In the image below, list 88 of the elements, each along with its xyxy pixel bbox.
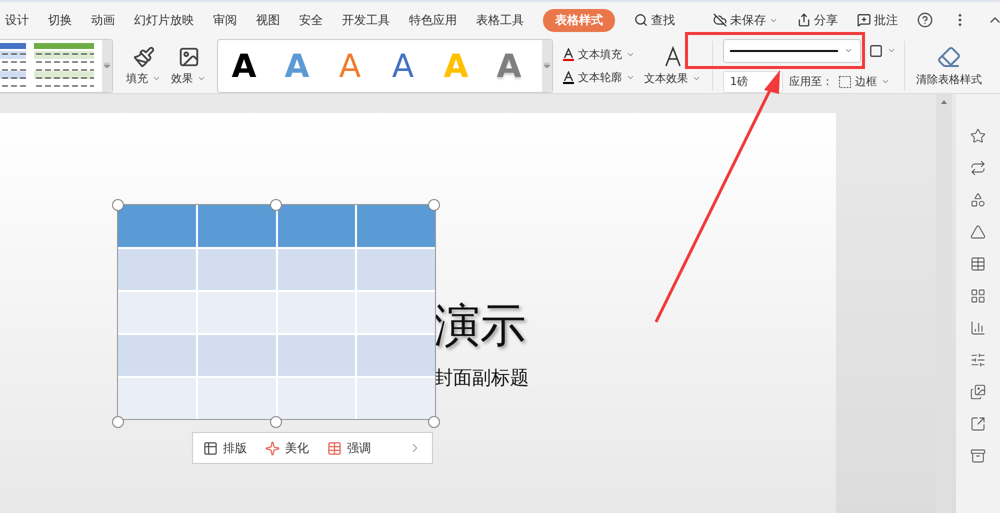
ribbon-tab[interactable]: 安全 bbox=[299, 8, 323, 32]
more-styles-icon bbox=[544, 63, 550, 68]
toolbar-button[interactable]: 未保存 bbox=[713, 12, 778, 29]
resize-handle[interactable] bbox=[270, 199, 282, 211]
star-icon[interactable] bbox=[970, 128, 986, 144]
fill-button[interactable]: 填充 bbox=[121, 46, 166, 86]
resize-handle[interactable] bbox=[270, 416, 282, 428]
ribbon-tab[interactable]: 开发工具 bbox=[342, 8, 390, 32]
ribbon-tab[interactable]: 审阅 bbox=[213, 8, 237, 32]
text-effect-button[interactable]: 文本效果 bbox=[639, 46, 706, 86]
table-layout-icon bbox=[203, 440, 218, 456]
text-fill-button[interactable]: 文本填充 bbox=[563, 46, 635, 62]
table-cell[interactable] bbox=[357, 249, 435, 290]
table-cell[interactable] bbox=[357, 335, 435, 376]
clear-style-button[interactable]: 清除表格样式 bbox=[911, 44, 987, 87]
table-cell[interactable] bbox=[278, 378, 356, 419]
search-icon bbox=[634, 13, 648, 28]
ribbon-tab[interactable]: 视图 bbox=[256, 8, 280, 32]
scroll-up-icon[interactable] bbox=[941, 100, 947, 104]
ribbon-tab[interactable]: 切换 bbox=[48, 8, 72, 32]
table-style-thumbnail[interactable] bbox=[34, 42, 94, 89]
table-cell[interactable] bbox=[118, 335, 196, 376]
search-button[interactable]: 查找 bbox=[634, 12, 675, 29]
table-cell[interactable] bbox=[357, 205, 435, 247]
scrollbar[interactable] bbox=[936, 94, 952, 513]
table-cell[interactable] bbox=[278, 249, 356, 290]
slide-title: 演示 bbox=[434, 297, 526, 354]
apply-border-button[interactable]: 边框 bbox=[839, 74, 890, 90]
gallery-scroll[interactable] bbox=[102, 40, 112, 92]
wordart-style[interactable]: A bbox=[383, 46, 423, 85]
slide-table[interactable] bbox=[117, 204, 436, 420]
gallery-scroll[interactable] bbox=[542, 40, 552, 92]
toolbar-button[interactable]: 美化 bbox=[265, 440, 309, 456]
ribbon-tab[interactable]: 动画 bbox=[91, 8, 115, 32]
resize-handle[interactable] bbox=[112, 416, 124, 428]
toolbar-button[interactable]: 排版 bbox=[203, 440, 247, 456]
square-icon bbox=[869, 44, 883, 58]
text-fill-icon bbox=[563, 48, 574, 61]
ribbon-tab[interactable]: 特色应用 bbox=[409, 8, 457, 32]
resize-handle[interactable] bbox=[428, 416, 440, 428]
ribbon-tab[interactable]: 表格工具 bbox=[476, 8, 524, 32]
grid-icon[interactable] bbox=[970, 288, 986, 304]
line-style-select[interactable] bbox=[723, 38, 861, 63]
text-outline-button[interactable]: 文本轮廓 bbox=[563, 70, 635, 85]
shapes-icon[interactable] bbox=[970, 192, 986, 208]
table-cell[interactable] bbox=[357, 292, 435, 333]
resize-handle[interactable] bbox=[428, 199, 440, 211]
bar-chart-icon[interactable] bbox=[970, 320, 986, 336]
picture-icon bbox=[178, 46, 200, 68]
text-outline-icon bbox=[563, 70, 574, 84]
cloud-icon bbox=[713, 13, 727, 28]
table-cell[interactable] bbox=[198, 249, 276, 290]
table-cell[interactable] bbox=[198, 335, 276, 376]
border-color-button[interactable] bbox=[869, 44, 896, 58]
toolbar-button[interactable]: 强调 bbox=[327, 440, 371, 456]
help-icon[interactable] bbox=[917, 12, 933, 28]
toolbar-button[interactable]: 批注 bbox=[857, 12, 898, 29]
comment-icon bbox=[857, 13, 871, 28]
table-icon[interactable] bbox=[970, 256, 986, 272]
border-icon bbox=[839, 76, 851, 88]
sparkle-icon bbox=[265, 440, 280, 456]
table-cell[interactable] bbox=[198, 378, 276, 419]
table-style-thumbnail[interactable] bbox=[0, 42, 26, 89]
apply-to-label: 应用至： bbox=[789, 74, 833, 90]
archive-icon[interactable] bbox=[970, 448, 986, 464]
ribbon-tab[interactable]: 幻灯片放映 bbox=[134, 8, 194, 32]
effect-button[interactable]: 效果 bbox=[166, 46, 211, 86]
table-icon bbox=[327, 440, 342, 456]
more-styles-icon bbox=[104, 63, 110, 68]
table-cell[interactable] bbox=[357, 378, 435, 419]
table-cell[interactable] bbox=[118, 378, 196, 419]
table-cell[interactable] bbox=[278, 205, 356, 247]
sliders-icon[interactable] bbox=[970, 352, 986, 368]
ribbon-tab[interactable]: 设计 bbox=[5, 8, 29, 32]
table-cell[interactable] bbox=[198, 205, 276, 247]
resize-handle[interactable] bbox=[112, 199, 124, 211]
swap-icon[interactable] bbox=[970, 160, 986, 176]
share-icon[interactable] bbox=[970, 416, 986, 432]
wordart-style[interactable]: A bbox=[224, 46, 264, 85]
eraser-icon bbox=[937, 44, 961, 69]
table-cell[interactable] bbox=[118, 249, 196, 290]
toolbar-button[interactable]: 分享 bbox=[797, 12, 838, 29]
images-icon[interactable] bbox=[970, 384, 986, 400]
table-cell[interactable] bbox=[278, 335, 356, 376]
table-cell[interactable] bbox=[118, 205, 196, 247]
share-icon bbox=[797, 13, 811, 28]
table-cell[interactable] bbox=[118, 292, 196, 333]
wordart-style[interactable]: A bbox=[489, 46, 529, 85]
